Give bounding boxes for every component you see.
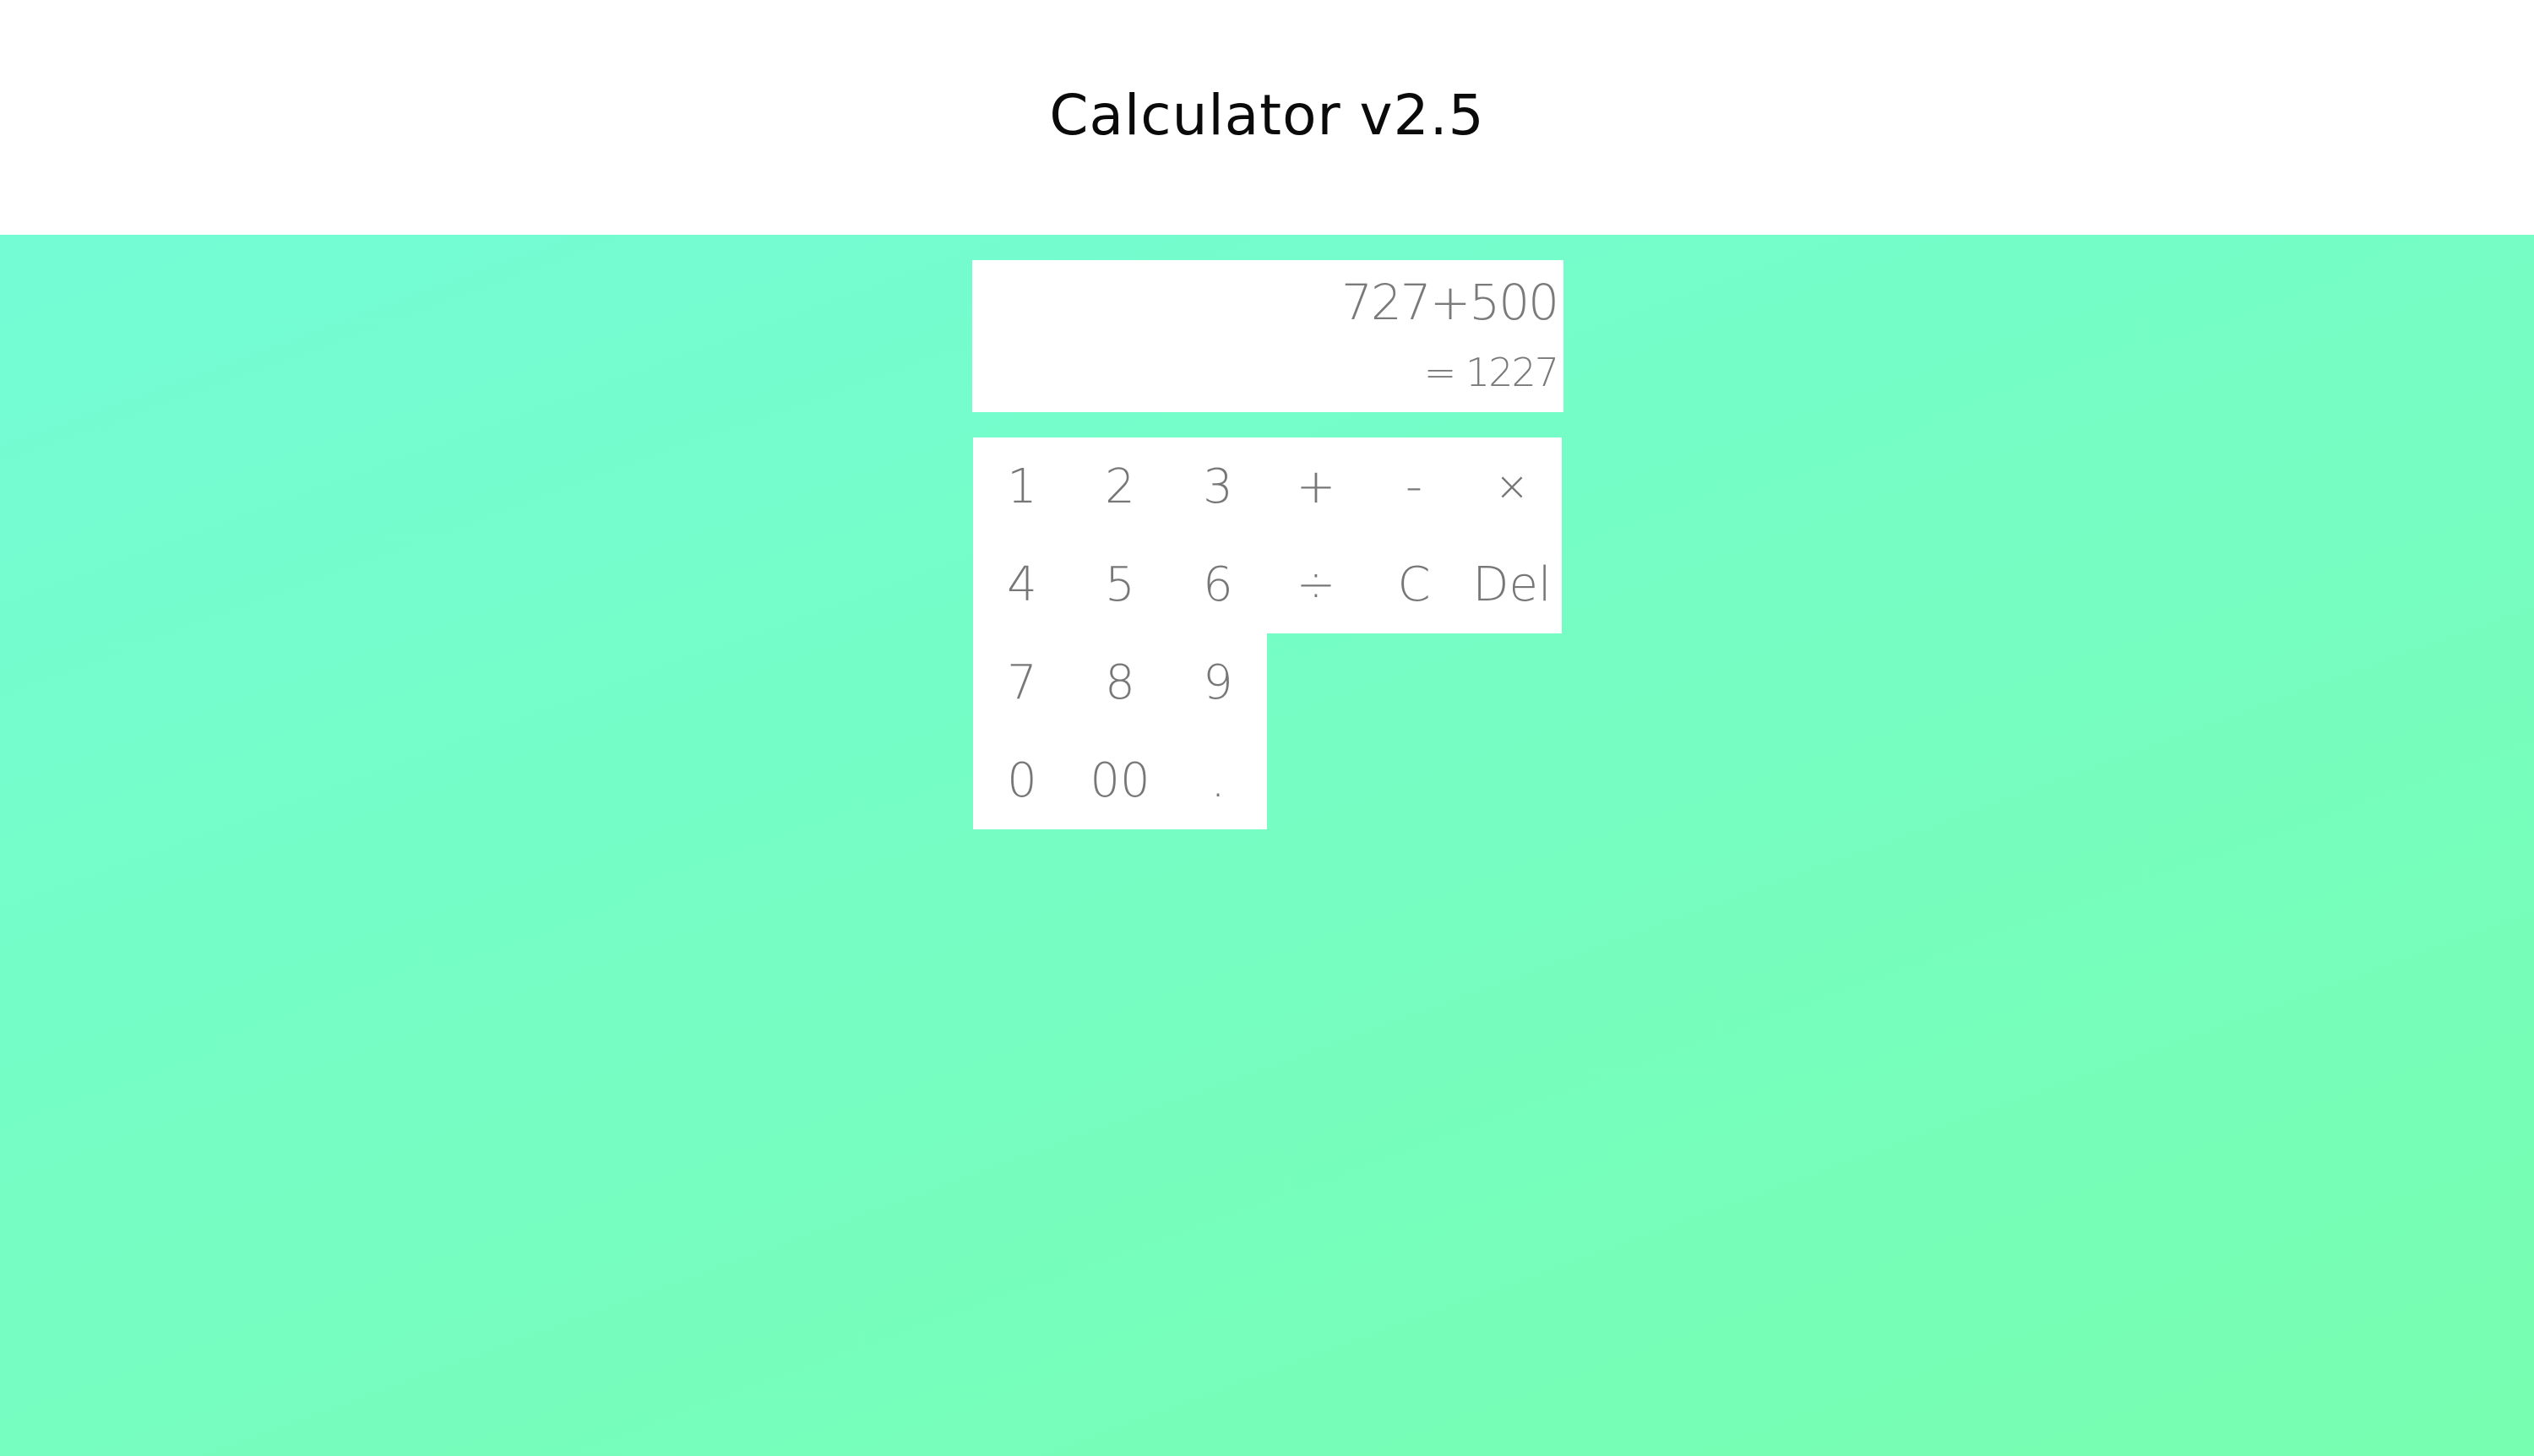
page-title: Calculator v2.5 xyxy=(1049,83,1485,148)
clear-button[interactable]: C xyxy=(1365,535,1463,633)
key-2-button[interactable]: 2 xyxy=(1071,437,1169,535)
minus-button[interactable]: - xyxy=(1365,437,1463,535)
key-00-button[interactable]: 00 xyxy=(1071,731,1169,829)
key-8-button[interactable]: 8 xyxy=(1071,633,1169,731)
delete-button[interactable]: Del xyxy=(1463,535,1561,633)
plus-button[interactable]: + xyxy=(1267,437,1365,535)
multiply-button[interactable]: × xyxy=(1463,437,1561,535)
key-0-button[interactable]: 0 xyxy=(973,731,1071,829)
key-9-button[interactable]: 9 xyxy=(1169,633,1267,731)
key-6-button[interactable]: 6 xyxy=(1169,535,1267,633)
divide-button[interactable]: ÷ xyxy=(1267,535,1365,633)
key-7-button[interactable]: 7 xyxy=(973,633,1071,731)
expression-readout: 727+500 xyxy=(1340,274,1559,331)
key-4-button[interactable]: 4 xyxy=(973,535,1071,633)
key-3-button[interactable]: 3 xyxy=(1169,437,1267,535)
calculator-display: 727+500 = 1227 xyxy=(972,260,1563,412)
result-readout: = 1227 xyxy=(1423,350,1559,395)
key-5-button[interactable]: 5 xyxy=(1071,535,1169,633)
app-header: Calculator v2.5 xyxy=(0,0,2534,235)
decimal-button[interactable]: . xyxy=(1169,731,1267,829)
key-1-button[interactable]: 1 xyxy=(973,437,1071,535)
